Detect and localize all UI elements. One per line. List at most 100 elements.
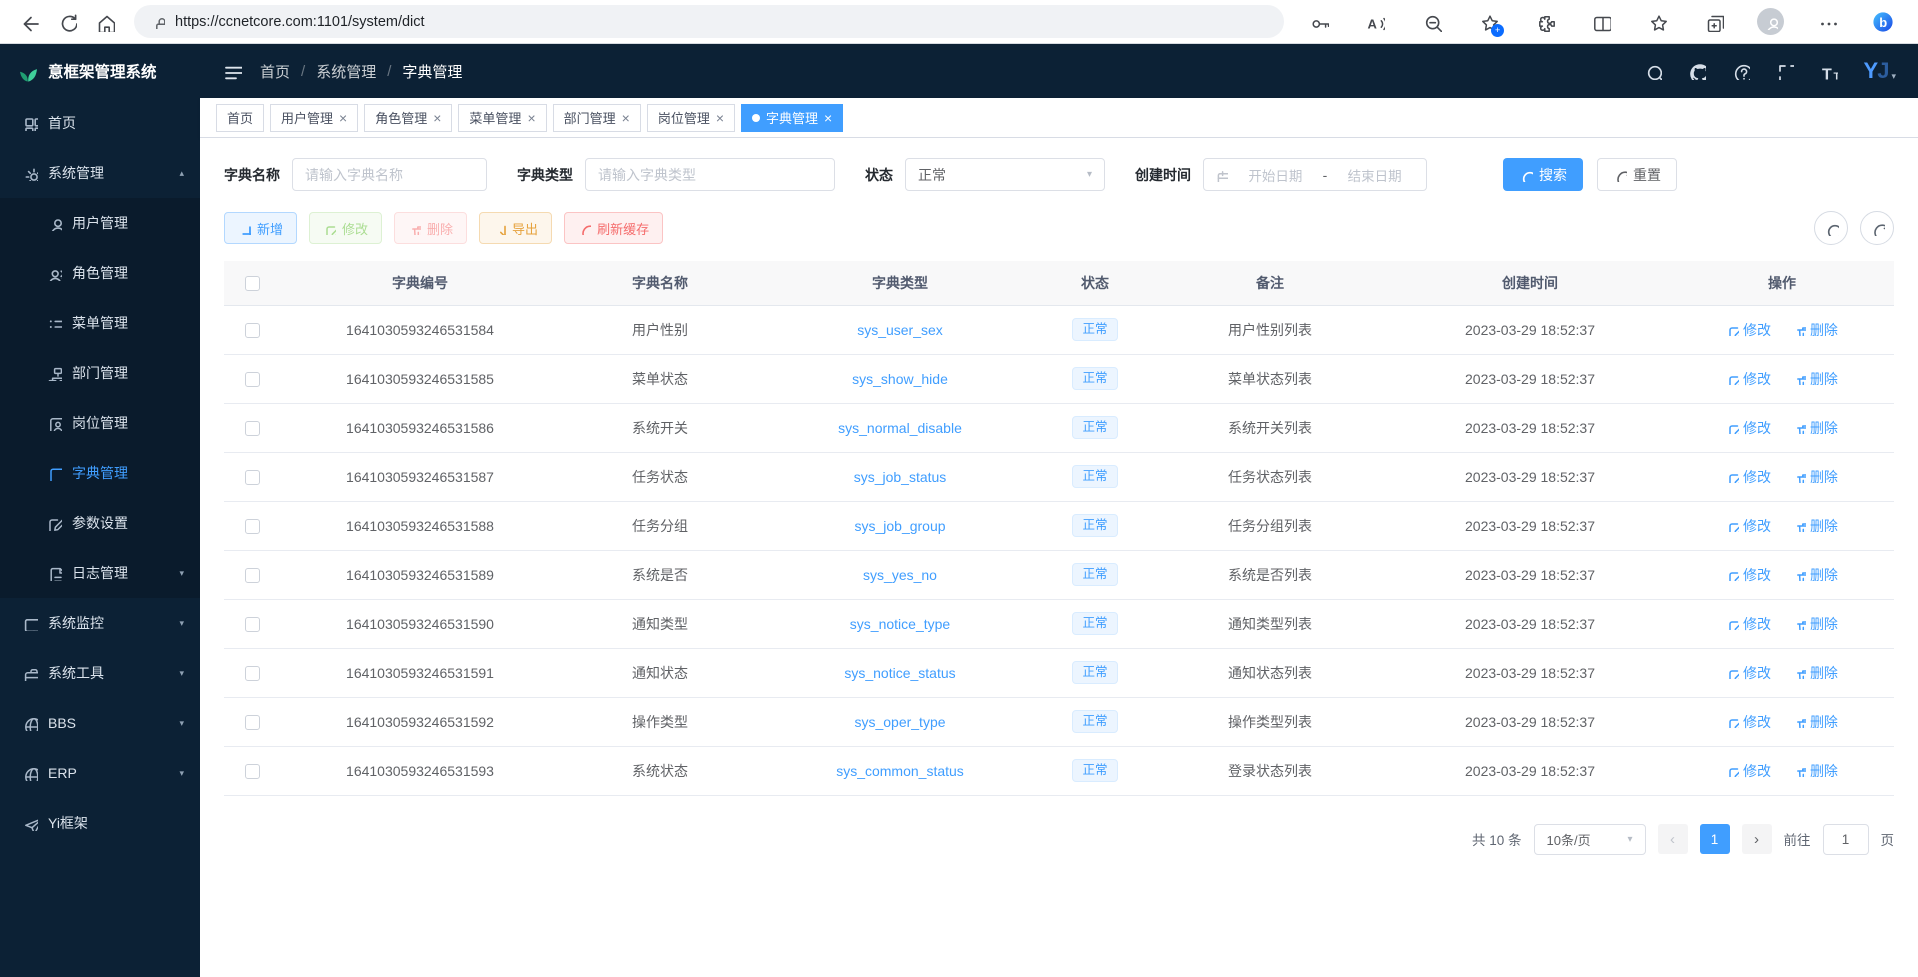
sidebar-item-bbs[interactable]: BBS ▾ bbox=[0, 698, 200, 748]
row-delete-link[interactable]: 删除 bbox=[1793, 565, 1838, 585]
help-button[interactable] bbox=[1732, 62, 1750, 80]
tab-home[interactable]: 首页 bbox=[216, 104, 264, 132]
sidebar-item-yi-framework[interactable]: Yi框架 bbox=[0, 798, 200, 848]
dict-type-link[interactable]: sys_job_group bbox=[854, 518, 945, 534]
tab-close-icon[interactable]: × bbox=[339, 111, 347, 125]
tab-close-icon[interactable]: × bbox=[527, 111, 535, 125]
dict-name-input[interactable] bbox=[292, 158, 487, 191]
row-edit-link[interactable]: 修改 bbox=[1726, 369, 1771, 389]
sidebar-item-dept-mgmt[interactable]: 部门管理 bbox=[0, 348, 200, 398]
row-edit-link[interactable]: 修改 bbox=[1726, 516, 1771, 536]
date-range-picker[interactable]: 开始日期 - 结束日期 bbox=[1203, 158, 1427, 191]
browser-home-button[interactable] bbox=[86, 4, 124, 40]
row-checkbox[interactable] bbox=[245, 568, 260, 583]
page-1-button[interactable]: 1 bbox=[1700, 824, 1730, 854]
split-screen-button[interactable] bbox=[1584, 5, 1618, 39]
sidebar-item-home[interactable]: 首页 bbox=[0, 98, 200, 148]
sidebar-item-system-tools[interactable]: 系统工具 ▾ bbox=[0, 648, 200, 698]
row-edit-link[interactable]: 修改 bbox=[1726, 663, 1771, 683]
tab-menu-mgmt[interactable]: 菜单管理 × bbox=[458, 104, 546, 132]
row-delete-link[interactable]: 删除 bbox=[1793, 761, 1838, 781]
prev-page-button[interactable]: ‹ bbox=[1658, 824, 1688, 854]
dict-type-input[interactable] bbox=[585, 158, 835, 191]
sidebar-item-role-mgmt[interactable]: 角色管理 bbox=[0, 248, 200, 298]
refresh-table-button[interactable] bbox=[1860, 211, 1894, 245]
fullscreen-button[interactable] bbox=[1776, 62, 1794, 80]
header-search-button[interactable] bbox=[1644, 62, 1662, 80]
row-edit-link[interactable]: 修改 bbox=[1726, 467, 1771, 487]
dict-type-link[interactable]: sys_common_status bbox=[836, 763, 964, 779]
dict-type-link[interactable]: sys_job_status bbox=[854, 469, 947, 485]
row-edit-link[interactable]: 修改 bbox=[1726, 614, 1771, 634]
zoom-out-button[interactable] bbox=[1415, 5, 1449, 39]
tab-post-mgmt[interactable]: 岗位管理 × bbox=[647, 104, 735, 132]
row-delete-link[interactable]: 删除 bbox=[1793, 369, 1838, 389]
row-checkbox[interactable] bbox=[245, 470, 260, 485]
row-checkbox[interactable] bbox=[245, 617, 260, 632]
row-edit-link[interactable]: 修改 bbox=[1726, 320, 1771, 340]
tab-close-icon[interactable]: × bbox=[433, 111, 441, 125]
sidebar-item-user-mgmt[interactable]: 用户管理 bbox=[0, 198, 200, 248]
row-delete-link[interactable]: 删除 bbox=[1793, 467, 1838, 487]
select-all-checkbox[interactable] bbox=[245, 276, 260, 291]
tab-user-mgmt[interactable]: 用户管理 × bbox=[270, 104, 358, 132]
dict-type-link[interactable]: sys_show_hide bbox=[852, 371, 948, 387]
tab-dict-mgmt[interactable]: 字典管理 × bbox=[741, 104, 843, 132]
row-delete-link[interactable]: 删除 bbox=[1793, 320, 1838, 340]
reset-button[interactable]: 重置 bbox=[1597, 158, 1677, 191]
sidebar-item-post-mgmt[interactable]: 岗位管理 bbox=[0, 398, 200, 448]
dict-type-link[interactable]: sys_notice_status bbox=[844, 665, 955, 681]
toggle-search-button[interactable] bbox=[1814, 211, 1848, 245]
row-edit-link[interactable]: 修改 bbox=[1726, 418, 1771, 438]
next-page-button[interactable]: › bbox=[1742, 824, 1772, 854]
row-delete-link[interactable]: 删除 bbox=[1793, 614, 1838, 634]
row-checkbox[interactable] bbox=[245, 323, 260, 338]
tab-close-icon[interactable]: × bbox=[622, 111, 630, 125]
row-delete-link[interactable]: 删除 bbox=[1793, 712, 1838, 732]
browser-menu-button[interactable] bbox=[1810, 5, 1844, 39]
row-edit-link[interactable]: 修改 bbox=[1726, 565, 1771, 585]
favorites-bar-button[interactable] bbox=[1640, 5, 1674, 39]
github-button[interactable] bbox=[1688, 62, 1706, 80]
tab-close-icon[interactable]: × bbox=[824, 111, 832, 125]
font-size-button[interactable] bbox=[1820, 62, 1838, 80]
profile-button[interactable] bbox=[1753, 5, 1787, 39]
row-delete-link[interactable]: 删除 bbox=[1793, 516, 1838, 536]
user-menu[interactable]: YJ ▾ bbox=[1864, 60, 1896, 82]
row-checkbox[interactable] bbox=[245, 666, 260, 681]
tab-dept-mgmt[interactable]: 部门管理 × bbox=[553, 104, 641, 132]
refresh-cache-button[interactable]: 刷新缓存 bbox=[564, 212, 663, 244]
sidebar-item-erp[interactable]: ERP ▾ bbox=[0, 748, 200, 798]
sidebar-toggle-button[interactable] bbox=[222, 61, 242, 81]
dict-type-link[interactable]: sys_oper_type bbox=[854, 714, 945, 730]
edit-button[interactable]: 修改 bbox=[309, 212, 382, 244]
dict-type-link[interactable]: sys_yes_no bbox=[863, 567, 937, 583]
tab-role-mgmt[interactable]: 角色管理 × bbox=[364, 104, 452, 132]
delete-button[interactable]: 删除 bbox=[394, 212, 467, 244]
row-checkbox[interactable] bbox=[245, 764, 260, 779]
browser-back-button[interactable] bbox=[10, 4, 48, 40]
add-button[interactable]: 新增 bbox=[224, 212, 297, 244]
collections-button[interactable] bbox=[1697, 5, 1731, 39]
breadcrumb-system-mgmt[interactable]: 系统管理 bbox=[316, 61, 376, 82]
add-favorite-button[interactable]: + bbox=[1471, 5, 1505, 39]
dict-type-link[interactable]: sys_notice_type bbox=[850, 616, 950, 632]
address-bar[interactable]: https://ccnetcore.com:1101/system/dict bbox=[134, 5, 1284, 38]
page-size-select[interactable]: 10条/页 ▾ bbox=[1534, 824, 1646, 855]
search-button[interactable]: 搜索 bbox=[1503, 158, 1583, 191]
dict-type-link[interactable]: sys_user_sex bbox=[857, 322, 943, 338]
password-key-button[interactable] bbox=[1302, 5, 1336, 39]
row-edit-link[interactable]: 修改 bbox=[1726, 761, 1771, 781]
row-checkbox[interactable] bbox=[245, 421, 260, 436]
row-checkbox[interactable] bbox=[245, 715, 260, 730]
breadcrumb-home[interactable]: 首页 bbox=[260, 61, 290, 82]
tab-close-icon[interactable]: × bbox=[716, 111, 724, 125]
sidebar-item-dict-mgmt[interactable]: 字典管理 bbox=[0, 448, 200, 498]
status-select[interactable]: 正常 ▾ bbox=[905, 158, 1105, 191]
sidebar-item-menu-mgmt[interactable]: 菜单管理 bbox=[0, 298, 200, 348]
sidebar-item-system-mgmt[interactable]: 系统管理 ▴ bbox=[0, 148, 200, 198]
bing-copilot-button[interactable] bbox=[1866, 5, 1900, 39]
row-delete-link[interactable]: 删除 bbox=[1793, 418, 1838, 438]
dict-type-link[interactable]: sys_normal_disable bbox=[838, 420, 962, 436]
sidebar-item-config[interactable]: 参数设置 bbox=[0, 498, 200, 548]
